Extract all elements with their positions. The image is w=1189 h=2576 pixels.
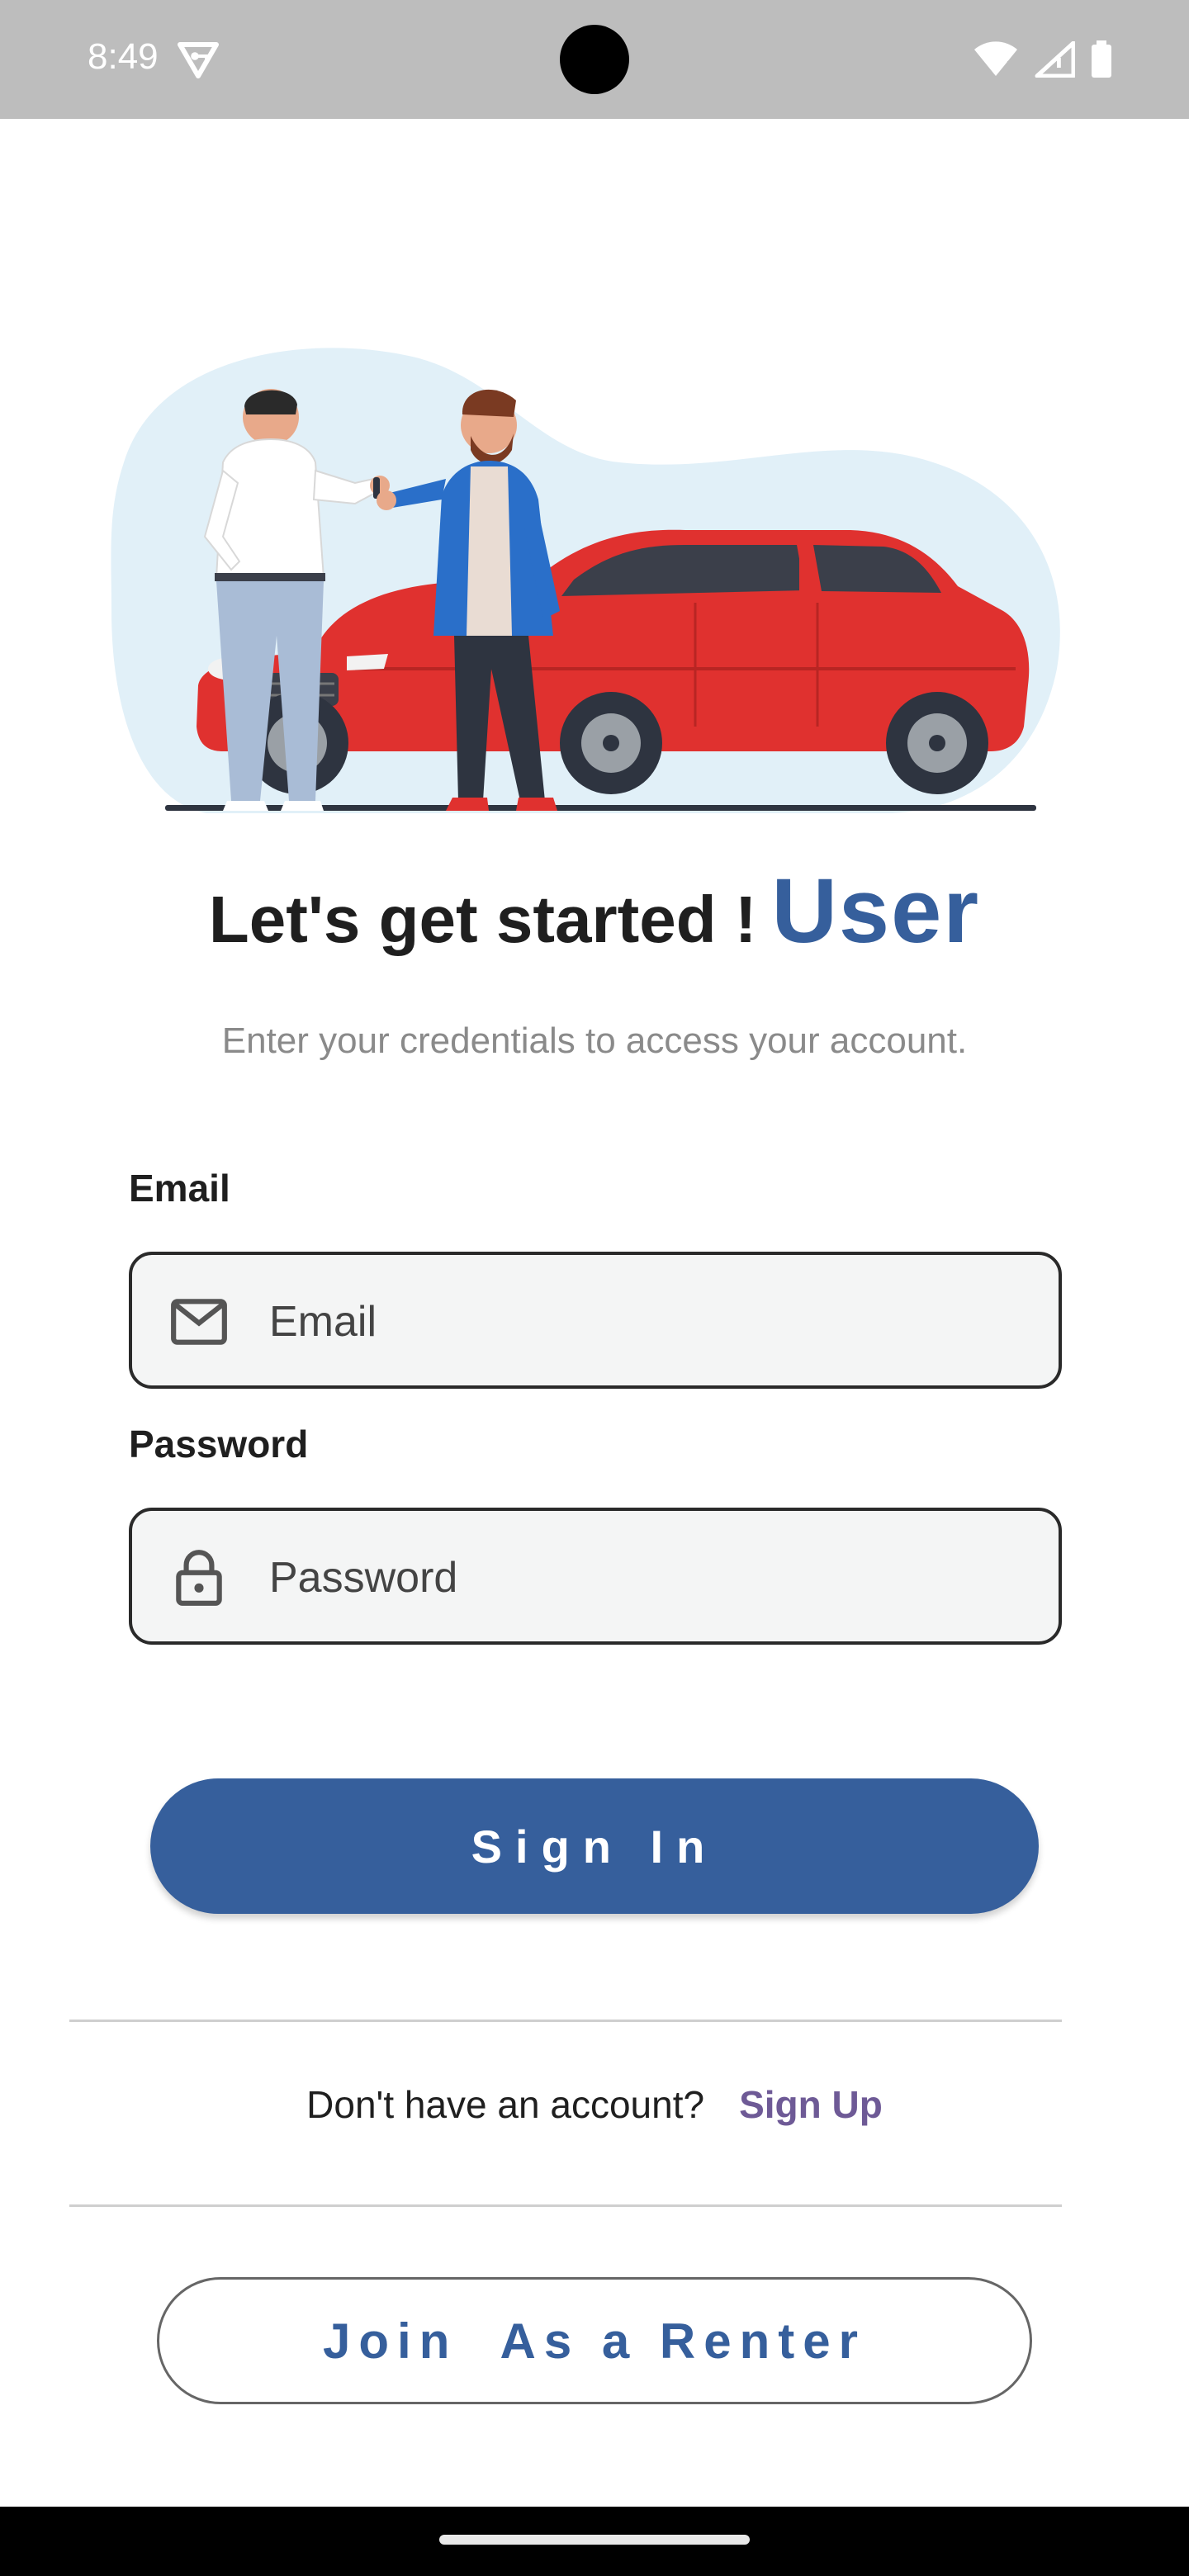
battery-icon	[1092, 40, 1111, 78]
password-input[interactable]	[269, 1541, 1012, 1615]
status-time: 8:49	[88, 36, 159, 77]
signup-row: Don't have an account? Sign Up	[0, 2082, 1189, 2127]
sign-in-button[interactable]: Sign In	[150, 1778, 1039, 1914]
signup-prompt: Don't have an account?	[306, 2083, 705, 2126]
status-icons	[973, 38, 1113, 81]
lock-icon	[176, 1550, 222, 1606]
status-bar: 8:49	[0, 0, 1189, 119]
divider-top	[69, 2020, 1062, 2022]
mail-icon	[171, 1299, 227, 1345]
heading-main-text: Let's get started !	[208, 883, 757, 956]
join-as-renter-button[interactable]: Join As a Renter	[157, 2277, 1032, 2404]
heading-user-text: User	[771, 860, 981, 962]
page-heading: Let's get started ! User	[0, 859, 1189, 964]
signal-icon	[1035, 41, 1075, 78]
email-input[interactable]	[269, 1285, 1012, 1359]
sign-up-link[interactable]: Sign Up	[739, 2083, 883, 2126]
password-label: Password	[129, 1423, 309, 1466]
page-subtitle: Enter your credentials to access your ac…	[221, 1020, 968, 1061]
wifi-icon	[974, 41, 1017, 76]
vpn-key-icon	[178, 42, 219, 78]
home-indicator[interactable]	[439, 2535, 750, 2545]
divider-bottom	[69, 2204, 1062, 2207]
email-field[interactable]	[129, 1252, 1062, 1389]
email-label: Email	[129, 1167, 230, 1210]
password-field[interactable]	[129, 1508, 1062, 1645]
car-key-handover-illustration	[111, 348, 1060, 814]
camera-cutout	[560, 25, 629, 94]
